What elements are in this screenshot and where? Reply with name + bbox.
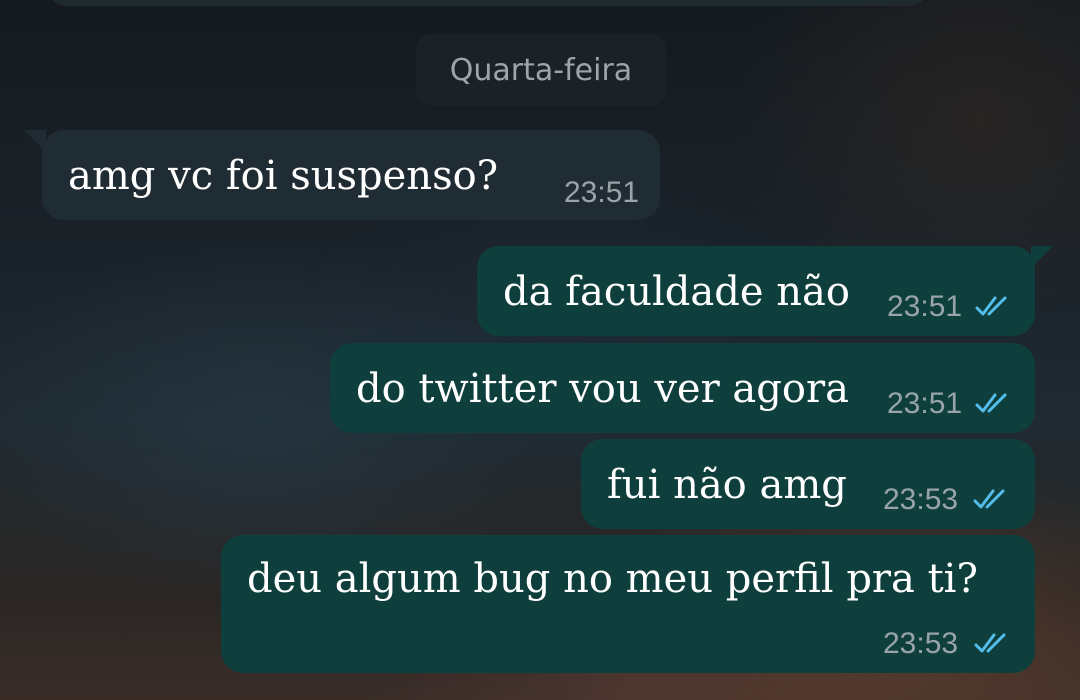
message-text: deu algum bug no meu perfil pra ti?: [247, 556, 978, 602]
message-time: 23:51: [887, 290, 963, 323]
message-time: 23:53: [883, 483, 959, 516]
date-separator-label: Quarta-feira: [449, 52, 633, 88]
message-bubble-outgoing[interactable]: deu algum bug no meu perfil pra ti? 23:5…: [221, 535, 1035, 673]
message-time: 23:53: [883, 627, 959, 660]
message-bubble-incoming[interactable]: amg vc foi suspenso? 23:51: [24, 130, 660, 220]
message-bubble-outgoing[interactable]: do twitter vou ver agora 23:51: [330, 343, 1035, 433]
bubble-tail: [24, 130, 46, 152]
double-check-icon: [975, 393, 1007, 413]
message-time: 23:51: [564, 176, 640, 209]
message-text: da faculdade não: [503, 269, 850, 315]
message-text: amg vc foi suspenso?: [68, 153, 499, 199]
message-text: do twitter vou ver agora: [356, 366, 849, 412]
date-separator: Quarta-feira: [416, 34, 666, 106]
previous-message-bubble-edge: [48, 0, 928, 6]
bubble-tail: [1031, 246, 1053, 268]
double-check-icon: [974, 633, 1006, 653]
double-check-icon: [975, 296, 1007, 316]
message-bubble-outgoing[interactable]: da faculdade não 23:51: [477, 246, 1053, 336]
double-check-icon: [973, 489, 1005, 509]
message-time: 23:51: [887, 387, 963, 420]
message-bubble-outgoing[interactable]: fui não amg 23:53: [581, 439, 1035, 529]
message-text: fui não amg: [607, 462, 847, 508]
